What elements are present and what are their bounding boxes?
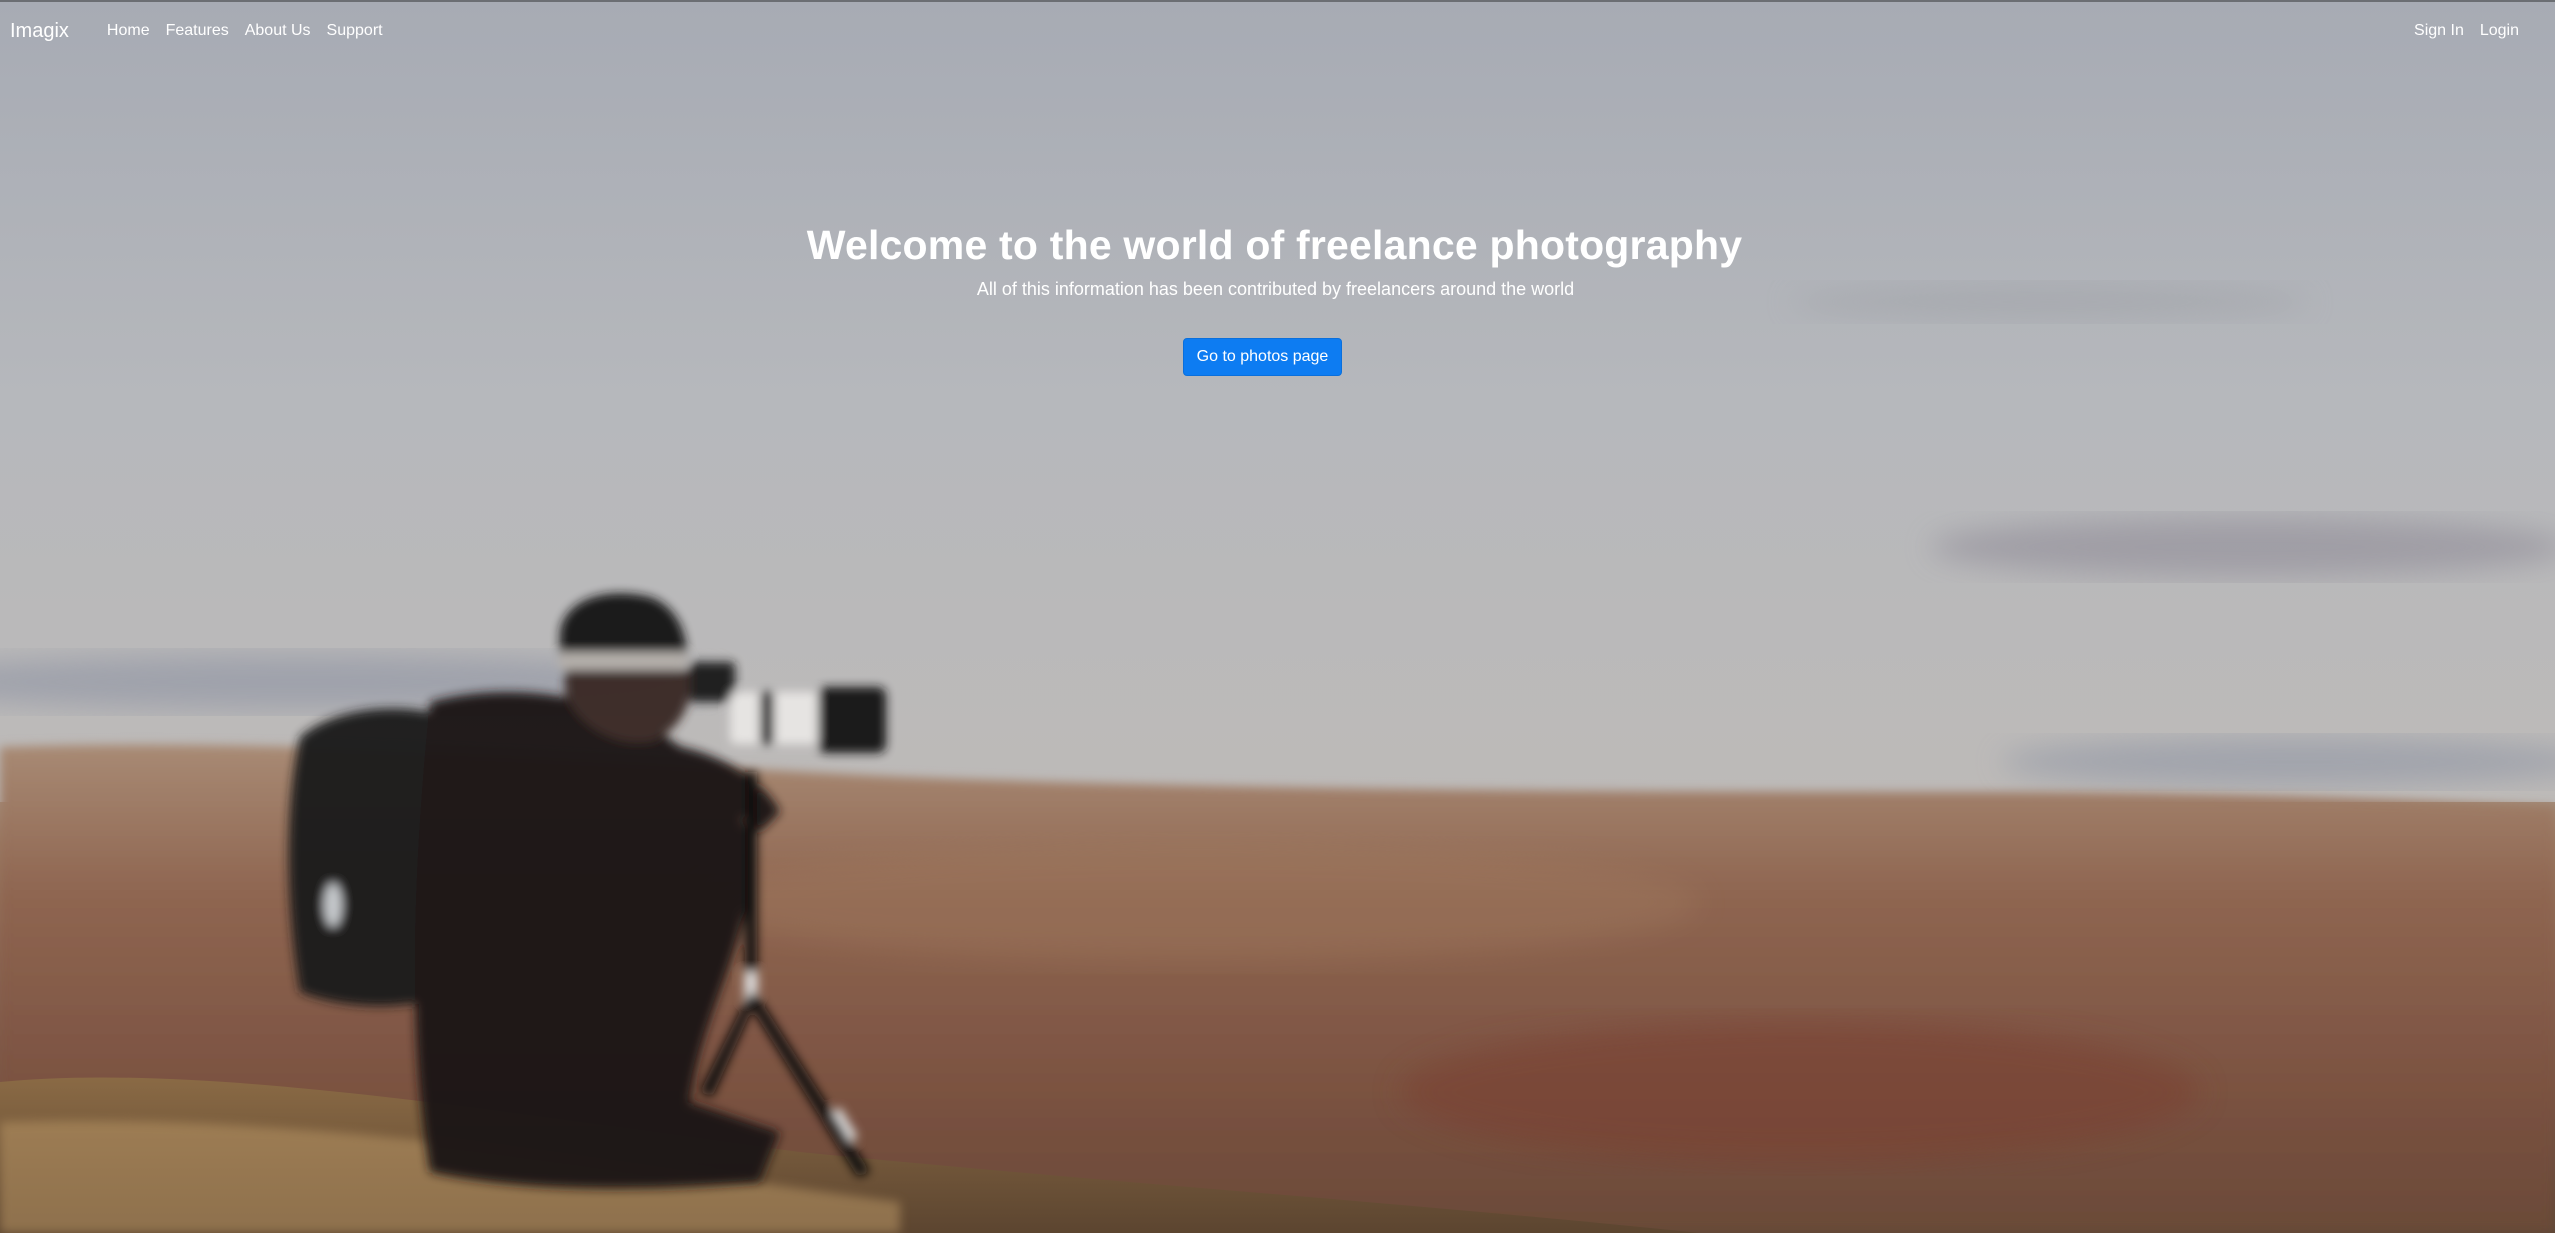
landing-page: Imagix Home Features About Us Support Si… [0,0,2555,1233]
brand-logo[interactable]: Imagix [10,20,69,43]
nav-link-home[interactable]: Home [107,22,150,40]
nav-links: Home Features About Us Support [107,22,383,40]
login-link[interactable]: Login [2480,22,2519,40]
hero-title: Welcome to the world of freelance photog… [806,222,1743,268]
hero-subtitle: All of this information has been contrib… [976,279,1575,299]
nav-link-features[interactable]: Features [166,22,229,40]
nav-link-about-us[interactable]: About Us [245,22,311,40]
sign-in-link[interactable]: Sign In [2414,22,2464,40]
hero-section: Welcome to the world of freelance photog… [0,222,2555,376]
nav-link-support[interactable]: Support [327,22,383,40]
top-navbar: Imagix Home Features About Us Support Si… [0,2,2555,60]
go-to-photos-button[interactable]: Go to photos page [1182,338,1343,376]
hero-background-image [0,2,2555,1233]
nav-auth-links: Sign In Login [2414,22,2519,40]
